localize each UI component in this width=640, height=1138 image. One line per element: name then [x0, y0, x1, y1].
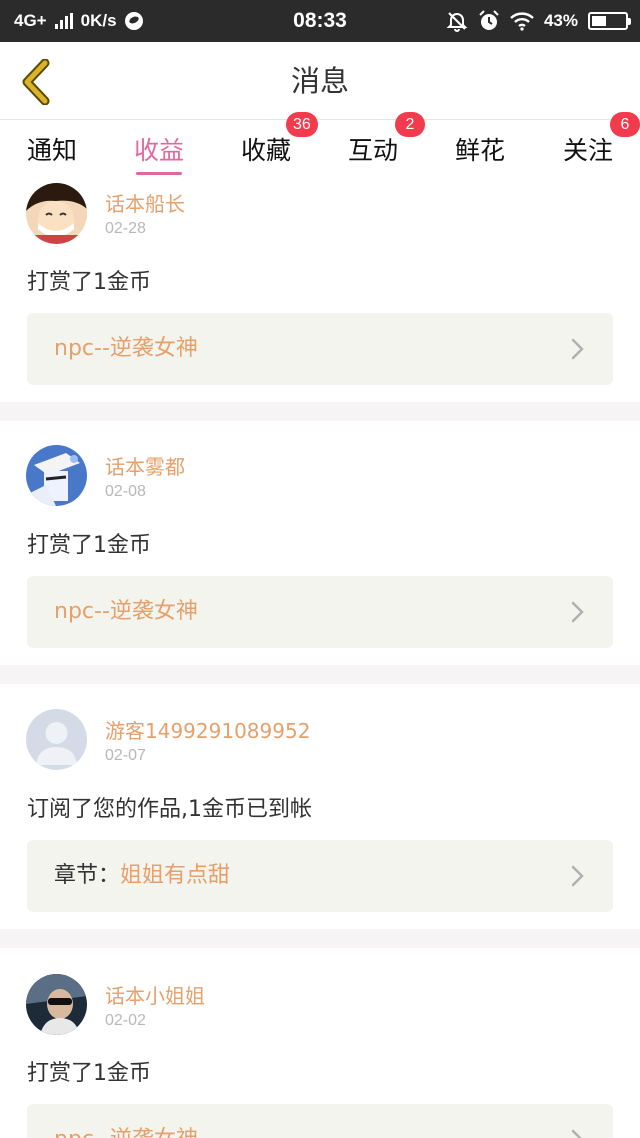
work-link-card[interactable]: npc--逆袭女神 [27, 313, 613, 385]
message-content: 订阅了您的作品,1金币已到帐 [27, 797, 312, 822]
wifi-icon [510, 12, 534, 31]
message-item: 话本小姐姐 02-02 打赏了1金币 npc--逆袭女神 [0, 948, 640, 1138]
message-content: 打赏了1金币 [27, 1061, 151, 1086]
work-link-card[interactable]: npc--逆袭女神 [27, 576, 613, 648]
tab-notifications[interactable]: 通知 [12, 120, 92, 178]
message-item: 游客1499291089952 02-07 订阅了您的作品,1金币已到帐 章节：… [0, 684, 640, 929]
page-title: 消息 [290, 64, 349, 98]
message-date: 02-02 [105, 1012, 146, 1029]
tab-badge: 2 [395, 112, 425, 137]
message-date: 02-08 [105, 483, 146, 500]
tab-label: 鲜花 [454, 136, 505, 165]
alarm-icon [479, 10, 499, 30]
section-divider [0, 665, 640, 684]
avatar-anime-icon[interactable] [26, 445, 87, 506]
mute-bell-icon [446, 12, 468, 32]
signal-icon [54, 13, 73, 29]
username[interactable]: 话本雾都 [105, 451, 185, 480]
message-item: 话本船长 02-28 打赏了1金币 npc--逆袭女神 [0, 178, 640, 402]
avatar-photo-icon[interactable] [26, 974, 87, 1035]
work-title: 姐姐有点甜 [120, 863, 231, 888]
work-link-card[interactable]: npc--逆袭女神 [27, 1104, 613, 1138]
tab-badge: 6 [610, 112, 640, 137]
chevron-right-icon [571, 865, 584, 887]
message-list[interactable]: 话本船长 02-28 打赏了1金币 npc--逆袭女神 话本雾都 02-08 打… [0, 178, 640, 1138]
message-date: 02-07 [105, 747, 146, 764]
battery-percent: 43% [543, 11, 578, 30]
tab-bar: 通知 收益 收藏 36 互动 2 鲜花 关注 6 [0, 112, 640, 178]
tab-following[interactable]: 关注 6 [548, 112, 640, 178]
chapter-link-card[interactable]: 章节：姐姐有点甜 [27, 840, 613, 912]
network-type: 4G+ [14, 11, 47, 30]
tab-label: 通知 [26, 136, 77, 165]
avatar-default-icon[interactable] [26, 709, 87, 770]
username[interactable]: 游客1499291089952 [105, 715, 310, 744]
username[interactable]: 话本小姐姐 [105, 980, 205, 1009]
work-title: npc--逆袭女神 [54, 1127, 198, 1138]
status-bar: 4G+ 0K/s 08:33 43% [0, 0, 640, 42]
tab-label: 收藏 [240, 136, 291, 165]
username[interactable]: 话本船长 [105, 188, 185, 217]
tab-label: 收益 [133, 136, 184, 165]
battery-icon [588, 12, 631, 30]
tab-flowers[interactable]: 鲜花 [440, 120, 520, 178]
message-content: 打赏了1金币 [27, 533, 151, 558]
message-item: 话本雾都 02-08 打赏了1金币 npc--逆袭女神 [0, 421, 640, 665]
work-title: npc--逆袭女神 [54, 336, 198, 361]
back-arrow-icon [22, 59, 50, 105]
chevron-right-icon [571, 1129, 582, 1138]
nav-header: 消息 [0, 42, 640, 120]
tab-badge: 36 [286, 112, 318, 137]
tab-earnings[interactable]: 收益 [119, 120, 199, 178]
active-tab-indicator [136, 172, 182, 175]
network-speed: 0K/s [80, 11, 117, 30]
tab-label: 关注 [562, 136, 613, 165]
tab-favorites[interactable]: 收藏 36 [226, 112, 318, 178]
work-title: npc--逆袭女神 [54, 599, 198, 624]
message-date: 02-28 [105, 220, 146, 237]
tab-interactions[interactable]: 互动 2 [333, 112, 425, 178]
message-content: 打赏了1金币 [27, 270, 151, 295]
back-button[interactable] [10, 52, 60, 112]
chevron-right-icon [571, 338, 584, 360]
work-prefix: 章节： [54, 863, 121, 888]
avatar-cartoon-icon[interactable] [26, 183, 87, 244]
chevron-right-icon [571, 601, 584, 623]
tab-label: 互动 [347, 136, 398, 165]
section-divider [0, 402, 640, 421]
section-divider [0, 929, 640, 948]
data-saver-icon [124, 12, 143, 30]
